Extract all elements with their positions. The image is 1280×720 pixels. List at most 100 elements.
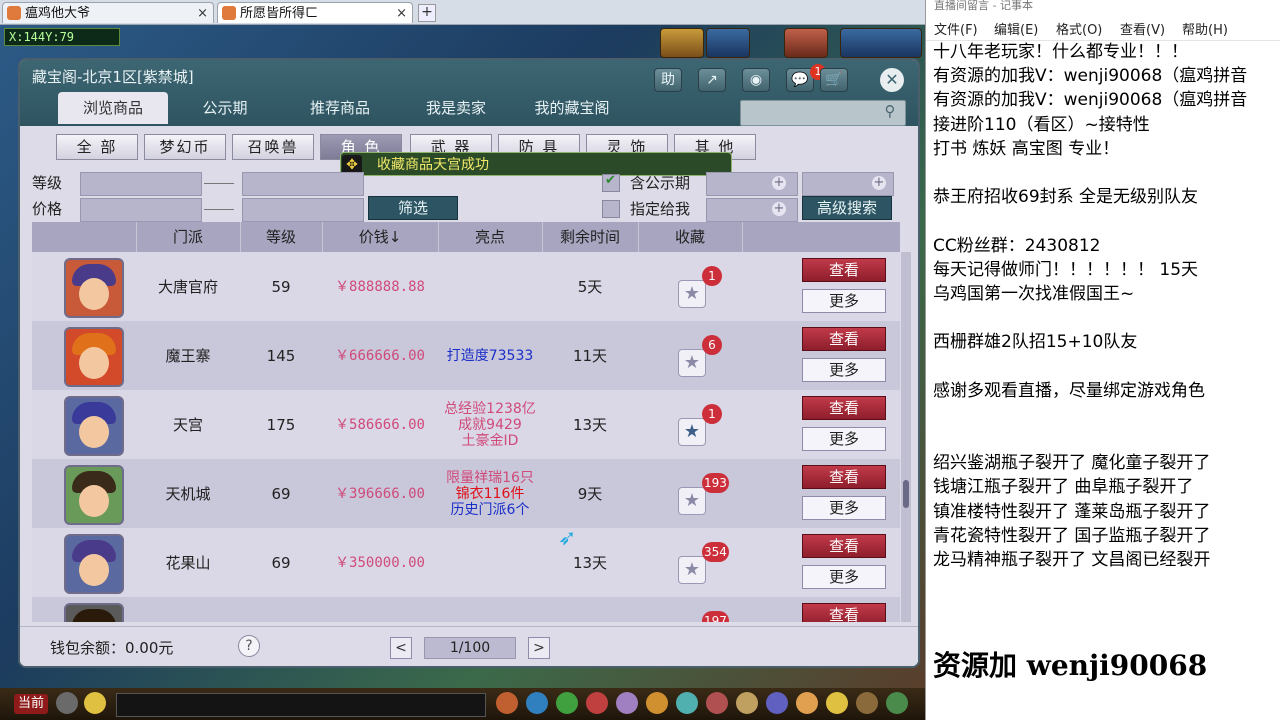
include-public-checkbox[interactable]: ✔ bbox=[602, 173, 620, 192]
more-button[interactable]: 更多 bbox=[802, 496, 886, 520]
level-cell: 69 bbox=[271, 484, 291, 503]
browser-tab-1[interactable]: 瘟鸡他大爷 × bbox=[2, 2, 214, 23]
prev-page-button[interactable]: < bbox=[390, 637, 412, 659]
more-button[interactable]: 更多 bbox=[802, 289, 886, 313]
more-button[interactable]: 更多 bbox=[802, 427, 886, 451]
tab-my-pavilion[interactable]: 我的藏宝阁 bbox=[514, 92, 630, 124]
star-icon[interactable]: ★ bbox=[678, 487, 706, 515]
avatar-hair bbox=[72, 609, 116, 622]
settings-icon[interactable] bbox=[886, 692, 908, 714]
plus-icon[interactable]: + bbox=[872, 176, 886, 190]
tab-close-icon[interactable]: × bbox=[197, 3, 208, 24]
close-icon[interactable]: ✕ bbox=[880, 68, 904, 92]
smile-icon[interactable] bbox=[826, 692, 848, 714]
menu-view[interactable]: 查看(V) bbox=[1120, 19, 1165, 38]
chat-input[interactable] bbox=[116, 693, 486, 717]
emoji-icon[interactable] bbox=[84, 692, 106, 714]
friend-icon[interactable] bbox=[676, 692, 698, 714]
tab-seller[interactable]: 我是卖家 bbox=[398, 92, 514, 124]
view-button[interactable]: 查看 bbox=[802, 534, 886, 558]
help-button[interactable]: 助 bbox=[654, 68, 682, 92]
menu-file[interactable]: 文件(F) bbox=[934, 19, 978, 38]
team-icon[interactable] bbox=[556, 692, 578, 714]
gift-icon[interactable] bbox=[796, 692, 818, 714]
panel-footer: 钱包余额：0.00元 ? < 1/100 > bbox=[20, 626, 918, 666]
share-icon[interactable]: ↗ bbox=[698, 68, 726, 92]
star-icon[interactable]: ★ bbox=[678, 280, 706, 308]
quest-icon[interactable] bbox=[616, 692, 638, 714]
tab-close-icon[interactable]: × bbox=[396, 3, 407, 24]
view-button[interactable]: 查看 bbox=[802, 327, 886, 351]
level-min-input[interactable] bbox=[80, 172, 202, 196]
character-avatar[interactable] bbox=[64, 465, 124, 525]
scrollbar[interactable] bbox=[901, 252, 911, 622]
game-status-icon[interactable] bbox=[706, 28, 750, 58]
tab-browse[interactable]: 浏览商品 bbox=[58, 92, 168, 124]
highlights-cell: 总经验820亿 bbox=[422, 597, 558, 622]
notepad-line: 龙马精神瓶子裂开了 文昌阁已经裂开 bbox=[933, 549, 1211, 570]
map-icon[interactable] bbox=[736, 692, 758, 714]
menu-edit[interactable]: 编辑(E) bbox=[994, 19, 1038, 38]
level-max-input[interactable] bbox=[242, 172, 364, 196]
view-button[interactable]: 查看 bbox=[802, 258, 886, 282]
category-pets[interactable]: 召唤兽 bbox=[232, 134, 314, 160]
category-currency[interactable]: 梦幻币 bbox=[144, 134, 226, 160]
plus-icon[interactable]: + bbox=[772, 176, 786, 190]
item-icon[interactable] bbox=[526, 692, 548, 714]
menu-format[interactable]: 格式(O) bbox=[1056, 19, 1102, 38]
search-icon[interactable]: ⚲ bbox=[880, 100, 900, 122]
mic-icon[interactable] bbox=[56, 692, 78, 714]
character-avatar[interactable] bbox=[64, 603, 124, 622]
star-icon[interactable]: ★ bbox=[678, 418, 706, 446]
designated-checkbox[interactable] bbox=[602, 200, 620, 218]
system-icon[interactable] bbox=[856, 692, 878, 714]
skill-icon[interactable] bbox=[496, 692, 518, 714]
star-icon[interactable]: ★ bbox=[678, 556, 706, 584]
view-button[interactable]: 查看 bbox=[802, 396, 886, 420]
col-school[interactable]: 门派 bbox=[136, 222, 241, 252]
menu-help[interactable]: 帮助(H) bbox=[1182, 19, 1228, 38]
view-button[interactable]: 查看 bbox=[802, 465, 886, 489]
view-button[interactable]: 查看 bbox=[802, 603, 886, 622]
page-indicator: 1/100 bbox=[424, 637, 516, 659]
price-cell: ￥586666.00 bbox=[335, 416, 425, 433]
advanced-search-button[interactable]: 高级搜索 bbox=[802, 196, 892, 220]
more-button[interactable]: 更多 bbox=[802, 565, 886, 589]
mail-icon[interactable] bbox=[766, 692, 788, 714]
tab-public[interactable]: 公示期 bbox=[170, 92, 280, 124]
scrollbar-thumb[interactable] bbox=[903, 480, 909, 508]
character-avatar[interactable] bbox=[64, 396, 124, 456]
category-all[interactable]: 全 部 bbox=[56, 134, 138, 160]
guild-icon[interactable] bbox=[646, 692, 668, 714]
new-tab-button[interactable]: + bbox=[418, 4, 436, 22]
more-button[interactable]: 更多 bbox=[802, 358, 886, 382]
price-min-input[interactable] bbox=[80, 198, 202, 222]
col-price[interactable]: 价钱↓ bbox=[322, 222, 439, 252]
notepad-text-area[interactable]: 十八年老玩家！什么都专业！！！ 有资源的加我V：wenji90068（瘟鸡拼音 有资… bbox=[933, 40, 1278, 572]
col-favorites[interactable]: 收藏 bbox=[638, 222, 743, 252]
character-avatar[interactable] bbox=[64, 327, 124, 387]
current-channel-button[interactable]: 当前 bbox=[14, 694, 48, 714]
game-portrait-icon[interactable] bbox=[784, 28, 828, 58]
notepad-line: 感谢多观看直播，尽量绑定游戏角色 bbox=[933, 380, 1205, 401]
star-icon[interactable]: ★ bbox=[678, 349, 706, 377]
filter-button[interactable]: 筛选 bbox=[368, 196, 458, 220]
price-max-input[interactable] bbox=[242, 198, 364, 222]
help-icon[interactable]: ? bbox=[238, 635, 260, 657]
browser-tab-2[interactable]: 所愿皆所得ㄈ × bbox=[217, 2, 413, 23]
notepad-line: 十八年老玩家！什么都专业！！！ bbox=[933, 42, 1188, 62]
game-activity-icon[interactable] bbox=[660, 28, 704, 58]
include-public-label: 含公示期 bbox=[630, 174, 691, 192]
pet-icon[interactable] bbox=[586, 692, 608, 714]
cart-icon[interactable]: 🛒 bbox=[820, 68, 848, 92]
shop-icon[interactable] bbox=[706, 692, 728, 714]
character-avatar[interactable] bbox=[64, 258, 124, 318]
tab-recommended[interactable]: 推荐商品 bbox=[282, 92, 398, 124]
next-page-button[interactable]: > bbox=[528, 637, 550, 659]
col-time[interactable]: 剩余时间 bbox=[542, 222, 639, 252]
favorite-count-badge: 197 bbox=[702, 611, 729, 622]
plus-icon[interactable]: + bbox=[772, 202, 786, 216]
character-avatar[interactable] bbox=[64, 534, 124, 594]
col-level[interactable]: 等级 bbox=[240, 222, 323, 252]
record-icon[interactable]: ◉ bbox=[742, 68, 770, 92]
